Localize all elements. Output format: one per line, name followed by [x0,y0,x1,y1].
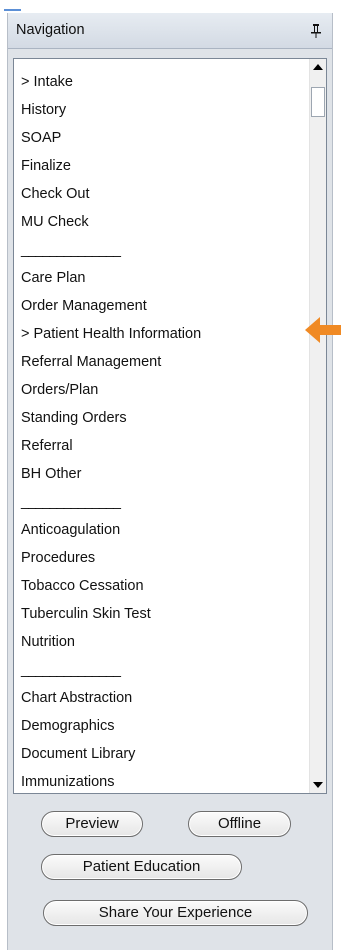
offline-button[interactable]: Offline [188,811,291,837]
nav-separator: ______________ [21,494,121,510]
nav-item-referral[interactable]: Referral [21,437,73,455]
nav-item-bh-other[interactable]: BH Other [21,465,81,483]
nav-item-patient-health-information[interactable]: > Patient Health Information [21,325,201,343]
nav-item-chart-abstraction[interactable]: Chart Abstraction [21,689,132,707]
pin-icon[interactable] [310,23,322,38]
nav-item-finalize[interactable]: Finalize [21,157,71,175]
nav-item-document-library[interactable]: Document Library [21,745,135,763]
nav-item-immunizations[interactable]: Immunizations [21,773,114,791]
scrollbar-thumb[interactable] [311,87,325,117]
nav-item-history[interactable]: History [21,101,66,119]
nav-separator: ______________ [21,662,121,678]
nav-item-check-out[interactable]: Check Out [21,185,90,203]
nav-item-procedures[interactable]: Procedures [21,549,95,567]
nav-item-order-management[interactable]: Order Management [21,297,147,315]
share-experience-button[interactable]: Share Your Experience [43,900,308,926]
scroll-down-button[interactable] [310,776,326,793]
scroll-up-icon [313,64,323,70]
top-edge-mark [4,9,21,11]
nav-item-orders-plan[interactable]: Orders/Plan [21,381,98,399]
nav-item-nutrition[interactable]: Nutrition [21,633,75,651]
nav-item-referral-management[interactable]: Referral Management [21,353,161,371]
nav-item-mu-check[interactable]: MU Check [21,213,89,231]
nav-item-standing-orders[interactable]: Standing Orders [21,409,127,427]
nav-item-demographics[interactable]: Demographics [21,717,115,735]
nav-item-soap[interactable]: SOAP [21,129,61,147]
vertical-scrollbar[interactable] [309,59,326,793]
nav-separator: ______________ [21,242,121,258]
scroll-up-button[interactable] [310,59,326,76]
panel-header: Navigation [8,13,332,49]
nav-item-anticoagulation[interactable]: Anticoagulation [21,521,120,539]
nav-item-tobacco-cessation[interactable]: Tobacco Cessation [21,577,144,595]
navigation-panel: Navigation > Intake History SOAP Finaliz… [7,13,333,950]
navigation-list[interactable]: > Intake History SOAP Finalize Check Out… [13,58,327,794]
preview-button[interactable]: Preview [41,811,143,837]
arrow-left-icon [305,317,341,343]
panel-title: Navigation [16,22,85,38]
patient-education-button[interactable]: Patient Education [41,854,242,880]
nav-item-care-plan[interactable]: Care Plan [21,269,85,287]
scroll-down-icon [313,782,323,788]
nav-item-tuberculin-skin-test[interactable]: Tuberculin Skin Test [21,605,151,623]
nav-item-intake[interactable]: > Intake [21,73,73,91]
